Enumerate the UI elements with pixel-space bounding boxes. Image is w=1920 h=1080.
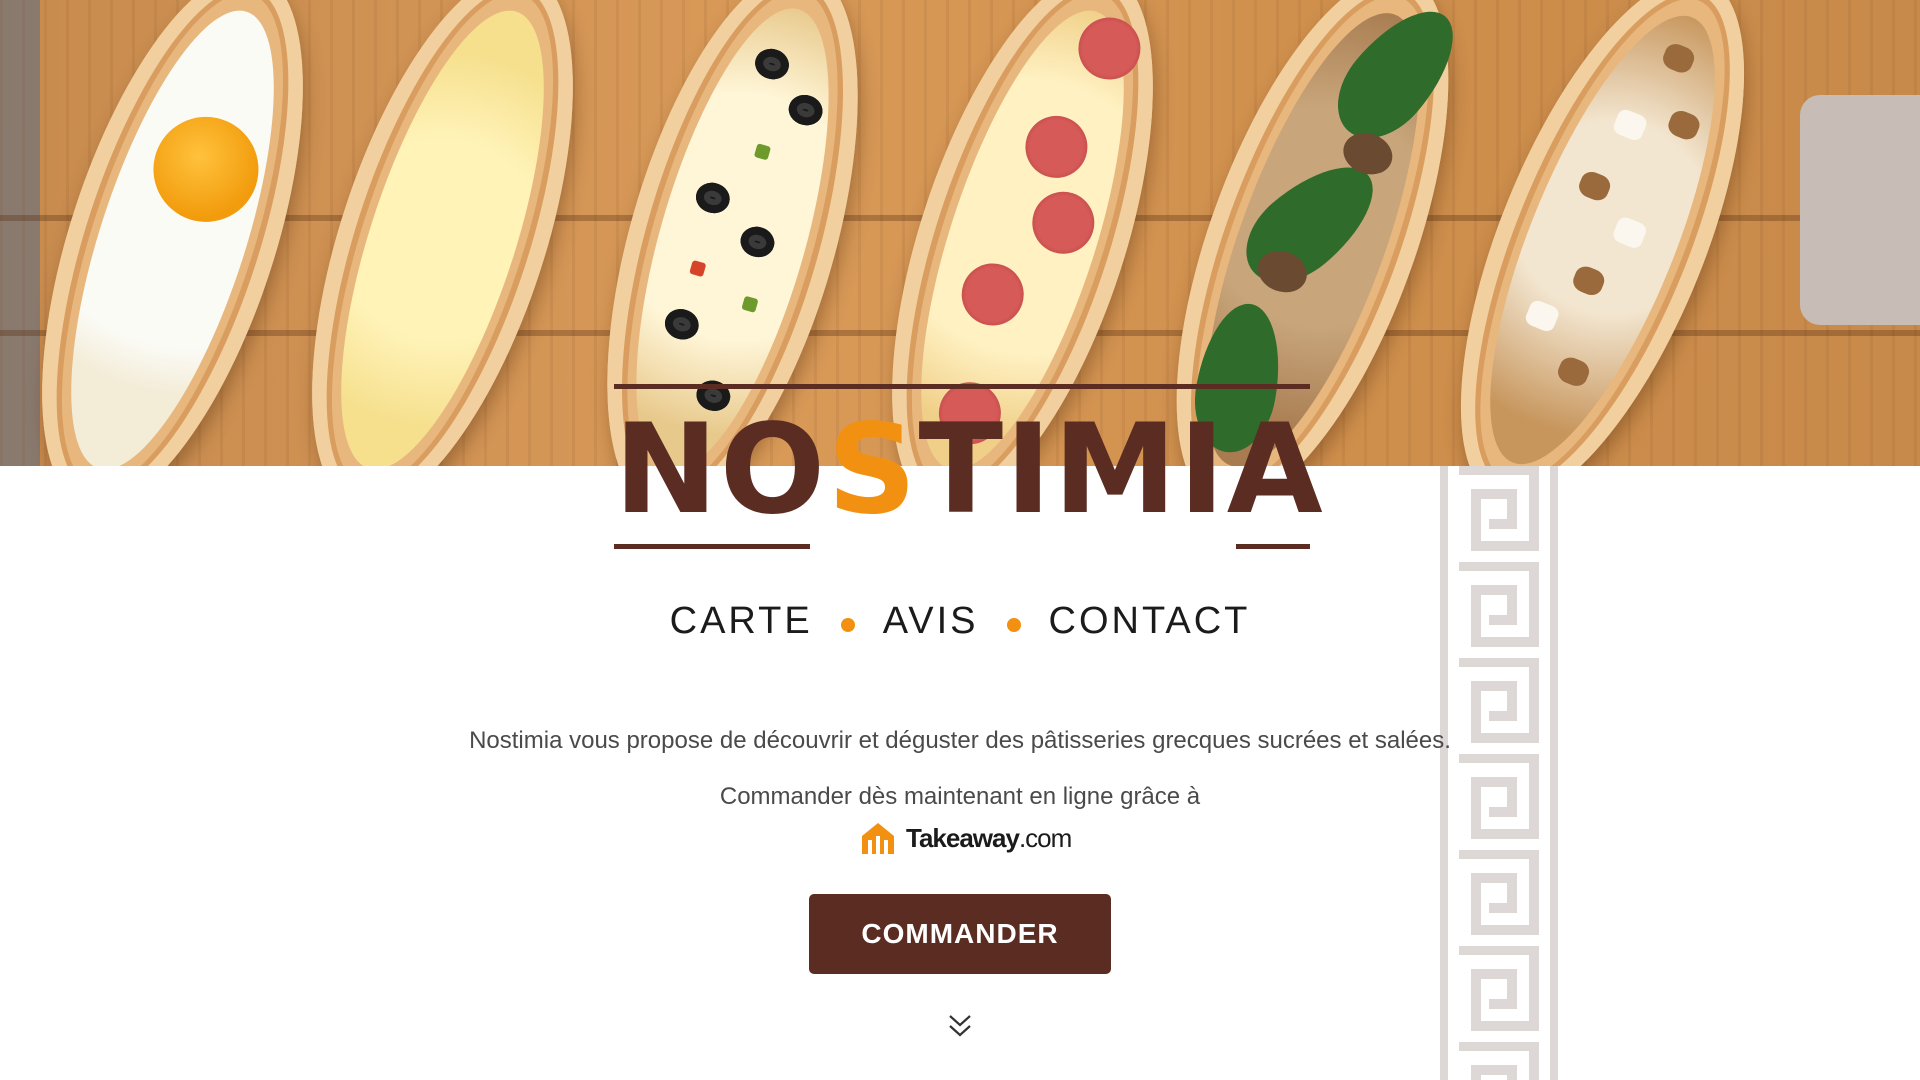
takeaway-suffix: .com	[1018, 822, 1072, 853]
nav-separator-dot	[840, 617, 855, 632]
nav-item-contact[interactable]: CONTACT	[1043, 600, 1257, 643]
logo-bottom-rule-left	[614, 544, 810, 549]
takeaway-logo-link[interactable]: Takeaway.com	[858, 814, 1072, 862]
intro-order-prompt: Commander dès maintenant en ligne grâce …	[719, 783, 1201, 810]
commander-button[interactable]: COMMANDER	[809, 894, 1111, 974]
logo-accent-letter: S	[827, 398, 919, 542]
logo-wordmark: NOSTIMIA	[614, 396, 1323, 544]
main-nav: CARTE AVIS CONTACT	[0, 600, 1920, 643]
walnut-feta-pide	[1402, 0, 1803, 466]
nav-item-avis[interactable]: AVIS	[877, 600, 985, 643]
intro-description: Nostimia vous propose de découvrir et dé…	[469, 727, 1451, 754]
nav-separator-dot	[1006, 617, 1021, 632]
logo-text-part2: TIMIA	[918, 398, 1325, 542]
cheese-pide	[258, 0, 627, 466]
logo-text-part1: NO	[614, 398, 828, 542]
logo-bottom-rule-right	[1236, 544, 1310, 549]
takeaway-name: Takeaway	[906, 822, 1020, 853]
egg-pide	[0, 0, 357, 466]
greek-key-border	[1440, 466, 1558, 1080]
takeaway-wordmark: Takeaway.com	[906, 822, 1072, 854]
double-chevron-down-icon[interactable]	[944, 1010, 976, 1042]
logo-top-rule	[614, 384, 1310, 389]
takeaway-house-icon	[862, 823, 894, 854]
nostimia-logo[interactable]: NOSTIMIA	[614, 378, 1323, 554]
nav-item-carte[interactable]: CARTE	[664, 600, 819, 643]
